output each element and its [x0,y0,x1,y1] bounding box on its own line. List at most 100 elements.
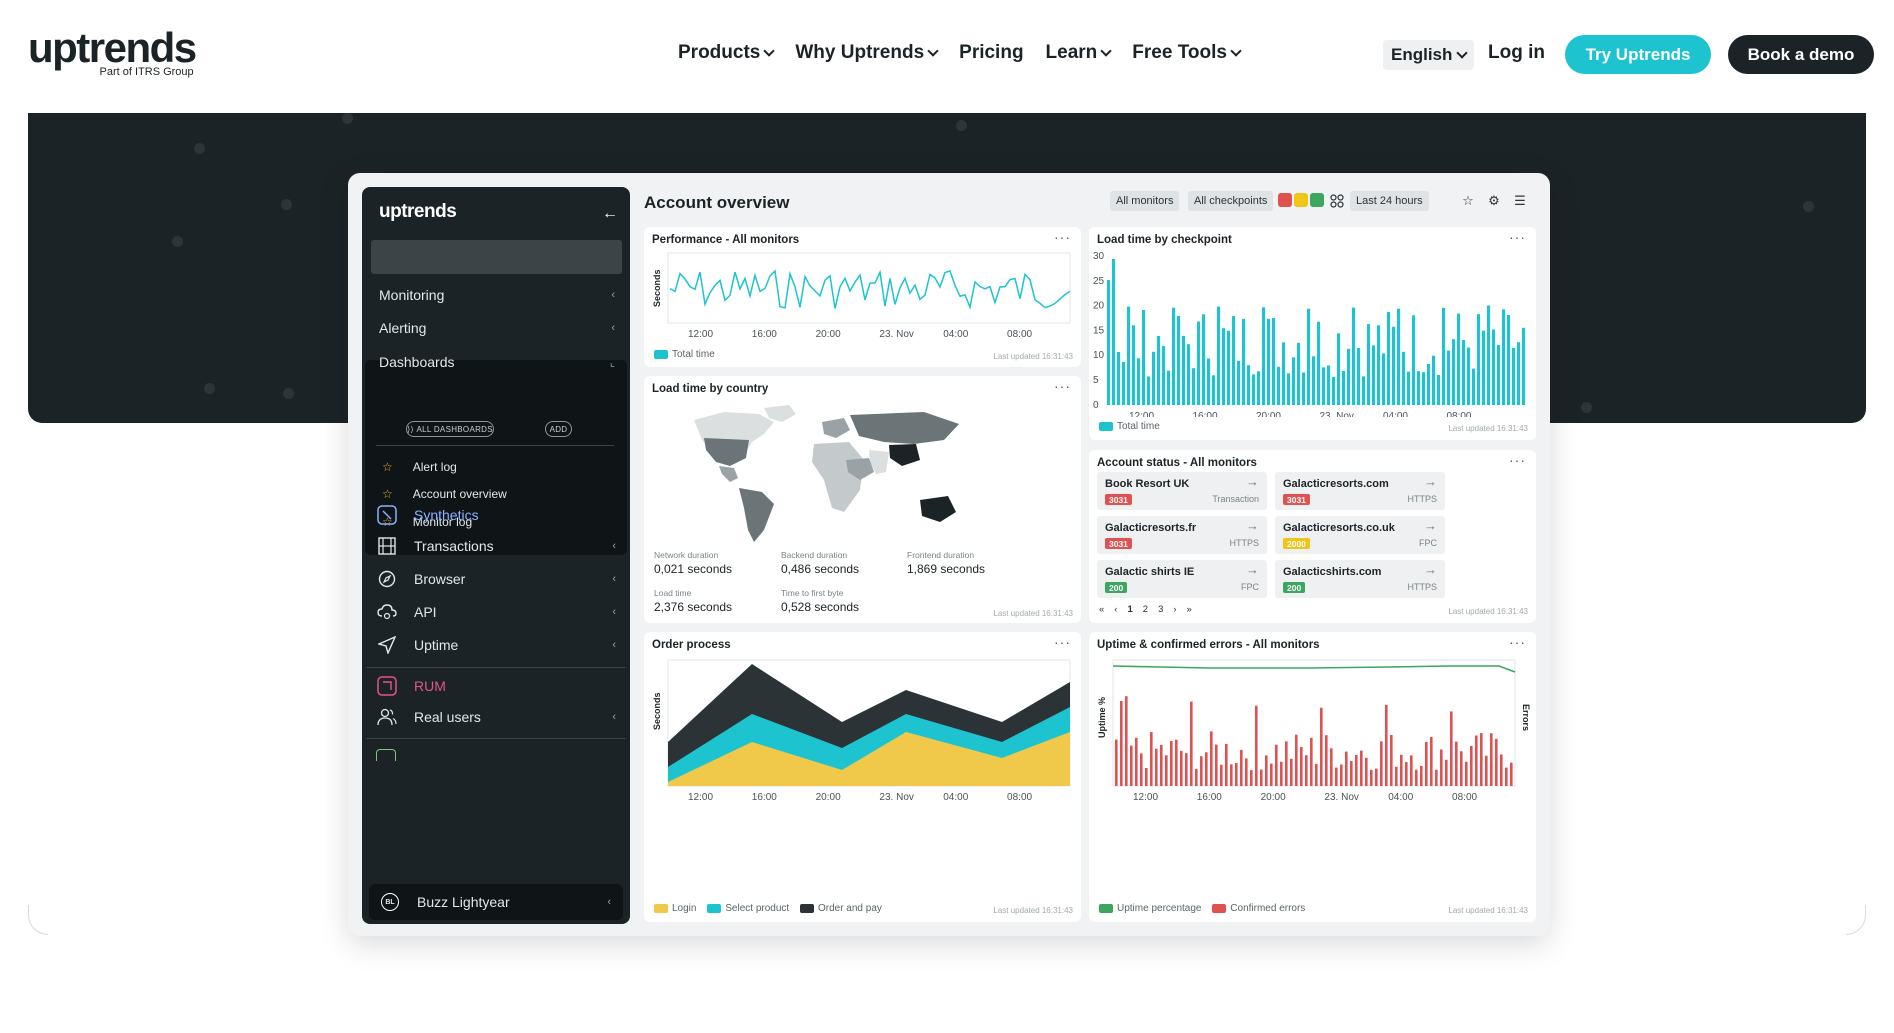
bar [1377,325,1381,405]
chevron-down-icon [763,45,776,57]
status-tile[interactable]: Galacticresorts.com → 3031 HTTPS [1275,472,1445,510]
bar [1142,310,1146,405]
sidebar-item-transactions[interactable]: Transactions ‹ [376,534,616,558]
user-menu[interactable]: BL Buzz Lightyear ‹ [369,884,623,920]
legend-swatch [1212,904,1227,913]
bar [1117,352,1121,405]
uptime-errors-panel: Uptime & confirmed errors - All monitors… [1089,632,1536,922]
first-page-icon[interactable]: « [1099,604,1104,615]
performance-line [669,269,1071,310]
sidebar-item-browser[interactable]: Browser ‹ [376,567,616,591]
status-filter-error[interactable] [1278,193,1292,207]
sidebar-item-api[interactable]: API ‹ [376,600,616,624]
sidebar-item-alerting[interactable]: Alerting ‹ [379,316,615,340]
country-panel: Load time by country ··· Network duratio… [644,376,1081,623]
status-tile[interactable]: Galacticshirts.com → 200 HTTPS [1275,560,1445,598]
checkpoints-filter[interactable]: All checkpoints [1188,191,1274,211]
more-icon[interactable]: ··· [1509,229,1526,245]
gear-icon[interactable]: ⚙ [1484,191,1504,211]
sidebar-item-rum[interactable]: RUM [376,674,616,698]
menu-icon[interactable]: ☰ [1510,191,1530,211]
favorite-account-overview[interactable]: ☆ Account overview [382,485,507,503]
legend-swatch [654,904,668,913]
last-page-icon[interactable]: » [1187,604,1192,615]
bar [1357,348,1361,405]
prev-page-icon[interactable]: ‹ [1114,604,1117,615]
all-dashboards-button[interactable]: ⟩⟩ ALL DASHBOARDS [406,421,494,437]
bar [1495,738,1498,786]
login-link[interactable]: Log in [1488,42,1545,64]
x-tick-label: 12:00 [1129,411,1154,417]
order-process-chart: Seconds 12:00 16:00 20:00 23. Nov 04:00 08:00 [652,659,1071,803]
bar [1212,375,1216,405]
sidebar-item-synthetics[interactable]: Synthetics [376,503,616,527]
nav-why-uptrends[interactable]: Why Uptrends [795,42,939,64]
grid-icon[interactable] [1327,191,1347,211]
bar [1475,735,1478,786]
bar [1432,355,1436,405]
collapse-sidebar-icon[interactable]: ← [602,205,618,223]
bar [1477,314,1481,405]
bar [1500,754,1503,786]
x-tick-label: 08:00 [1446,411,1471,417]
avatar: BL [381,893,399,911]
status-filter-warning[interactable] [1294,193,1308,207]
favorite-alert-log[interactable]: ☆ Alert log [382,458,457,476]
page-2[interactable]: 2 [1143,604,1148,615]
chevron-down-icon [1230,45,1242,57]
bar [1112,259,1116,405]
status-tile[interactable]: Book Resort UK → 3031 Transaction [1097,472,1267,510]
try-uptrends-button[interactable]: Try Uptrends [1565,35,1711,74]
sidebar-item-real-users[interactable]: Real users ‹ [376,705,616,729]
bar [1440,749,1443,786]
nav-products[interactable]: Products [678,42,776,64]
bar [1270,763,1273,786]
more-icon[interactable]: ··· [1509,634,1526,650]
bar [1185,753,1188,786]
x-tick-label: 08:00 [1007,792,1032,803]
more-icon[interactable]: ··· [1054,634,1071,650]
page-title: Account overview [644,193,790,212]
sidebar-search[interactable] [371,240,622,274]
svg-text:Uptime %: Uptime % [1097,697,1107,738]
next-page-icon[interactable]: › [1173,604,1176,615]
bar [1410,755,1413,786]
nav-free-tools[interactable]: Free Tools [1132,42,1242,64]
x-tick-label: 04:00 [1383,411,1408,417]
status-filter-ok[interactable] [1310,193,1324,207]
more-icon[interactable]: ··· [1509,452,1526,468]
more-icon[interactable]: ··· [1054,378,1071,394]
bar [1160,744,1163,786]
bar [1242,318,1246,405]
sidebar-item-uptime[interactable]: Uptime ‹ [376,633,616,657]
uptrends-logo[interactable]: uptrends Part of ITRS Group [28,26,197,79]
sidebar: uptrends ← Monitoring ‹ Alerting ‹ Dashboa… [362,187,630,924]
decor-dot [172,236,183,247]
sidebar-logo[interactable]: uptrends [379,201,457,223]
chevron-left-icon: ‹ [611,289,615,301]
status-tile[interactable]: Galacticresorts.fr → 3031 HTTPS [1097,516,1267,554]
sidebar-item-monitoring[interactable]: Monitoring ‹ [379,283,615,307]
nav-pricing[interactable]: Pricing [959,42,1023,64]
bar [1337,333,1341,405]
order-process-panel: Order process ··· Seconds 12:00 16:00 20:0… [644,632,1081,922]
x-tick-label: 23. Nov [879,329,913,340]
page-3[interactable]: 3 [1158,604,1163,615]
bar [1122,361,1126,405]
time-range-select[interactable]: Last 24 hours [1350,191,1429,211]
more-icon[interactable]: ··· [1054,229,1071,245]
book-demo-button[interactable]: Book a demo [1728,35,1874,74]
status-tile[interactable]: Galactic shirts IE → 200 FPC [1097,560,1267,598]
page-1[interactable]: 1 [1127,604,1132,615]
metric-load-time: Load time 2,376 seconds [654,588,733,614]
bar [1200,756,1203,786]
language-select[interactable]: English [1383,40,1475,70]
order-legend: Login Select product Order and pay [654,903,882,914]
sidebar-item-dashboards[interactable]: Dashboards ⌞ [379,350,615,374]
status-tile[interactable]: Galacticresorts.co.uk → 2000 FPC [1275,516,1445,554]
add-dashboard-button[interactable]: ADD [545,421,572,437]
star-icon[interactable]: ☆ [1458,191,1478,211]
bar [1367,324,1371,405]
monitors-filter[interactable]: All monitors [1110,191,1180,211]
nav-learn[interactable]: Learn [1046,42,1112,64]
